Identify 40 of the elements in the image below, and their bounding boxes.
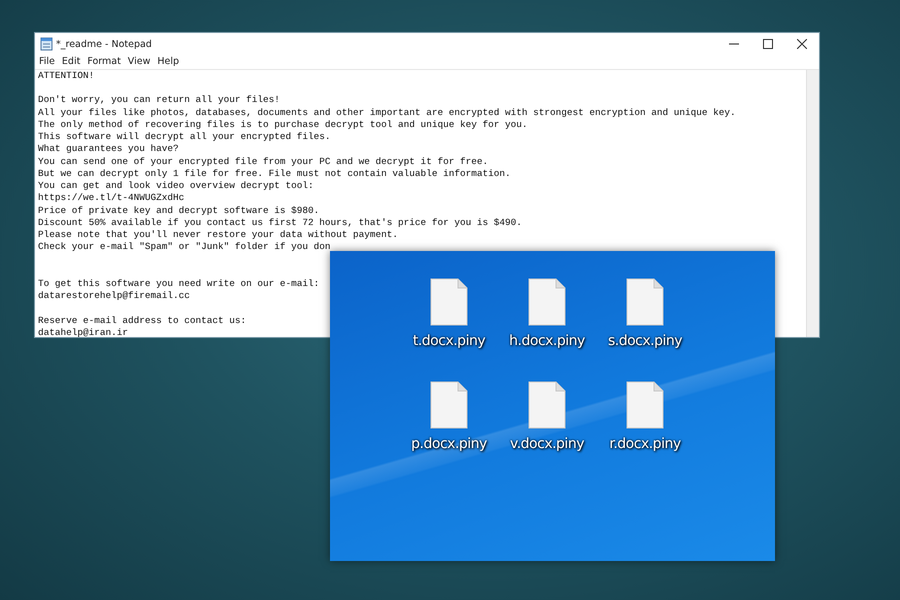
text-line: You can get and look video overview decrypt tool:	[38, 180, 315, 192]
blank-file-icon[interactable]	[430, 278, 468, 326]
text-line: Reserve e-mail address to contact us:	[38, 314, 248, 327]
text-line: Please note that you'll never restore your data without payment.	[38, 229, 400, 242]
text-line: https://we.tl/t-4NWUGZxdHc	[38, 192, 186, 205]
menu-item[interactable]: File	[39, 56, 55, 67]
scrollbar[interactable]	[806, 70, 819, 337]
file-name[interactable]: r.docx.piny	[609, 436, 681, 452]
text-line: Check your e-mail "Spam" or "Junk" folder if you don	[38, 241, 332, 254]
window-title: *_readme - Notepad	[56, 38, 152, 50]
close-icon	[797, 39, 807, 49]
menu-item[interactable]: View	[128, 56, 150, 67]
text-line: But we can decrypt only 1 file for free. File must not contain valuable information.	[38, 168, 512, 180]
notepad-icon	[40, 37, 53, 51]
text-line: Don't worry, you can return all your files!	[38, 94, 281, 107]
menu-item[interactable]: Edit	[62, 56, 80, 67]
menu-item[interactable]: Help	[157, 56, 180, 67]
file-name[interactable]: s.docx.piny	[608, 333, 682, 349]
text-line: All your files like photos, databases, documents and other important are encrypted with strongest encryption and unique key.	[38, 106, 737, 119]
text-line: You can send one of your encrypted file from your PC and we decrypt it for free.	[38, 156, 490, 168]
menu-item[interactable]: Format	[87, 56, 121, 67]
text-line: This software will decrypt all your encrypted files.	[38, 131, 332, 144]
text-line: Discount 50% available if you contact us first 72 hours, that's price for you is $490.	[38, 216, 523, 230]
file-name[interactable]: p.docx.piny	[411, 436, 487, 452]
text-line: datarestorehelp@firemail.cc	[38, 290, 191, 302]
text-line: Price of private key and decrypt software is $980.	[38, 204, 320, 217]
maximize-icon	[763, 39, 773, 49]
blank-file-icon[interactable]	[430, 381, 468, 429]
file-name[interactable]: t.docx.piny	[412, 333, 486, 349]
blank-file-icon[interactable]	[528, 278, 566, 326]
text-line: ATTENTION!	[38, 70, 96, 82]
text-line: What guarantees you have?	[38, 143, 180, 156]
blank-file-icon[interactable]	[626, 381, 664, 429]
file-name[interactable]: h.docx.piny	[509, 333, 585, 349]
file-name[interactable]: v.docx.piny	[510, 436, 584, 452]
blank-file-icon[interactable]	[528, 381, 566, 429]
text-line: The only method of recovering files is to purchase decrypt tool and unique key for you.	[38, 118, 528, 132]
blank-file-icon[interactable]	[626, 278, 664, 326]
text-line: datahelp@iran.ir	[38, 326, 130, 337]
text-line: To get this software you need write on our e-mail:	[38, 278, 320, 290]
